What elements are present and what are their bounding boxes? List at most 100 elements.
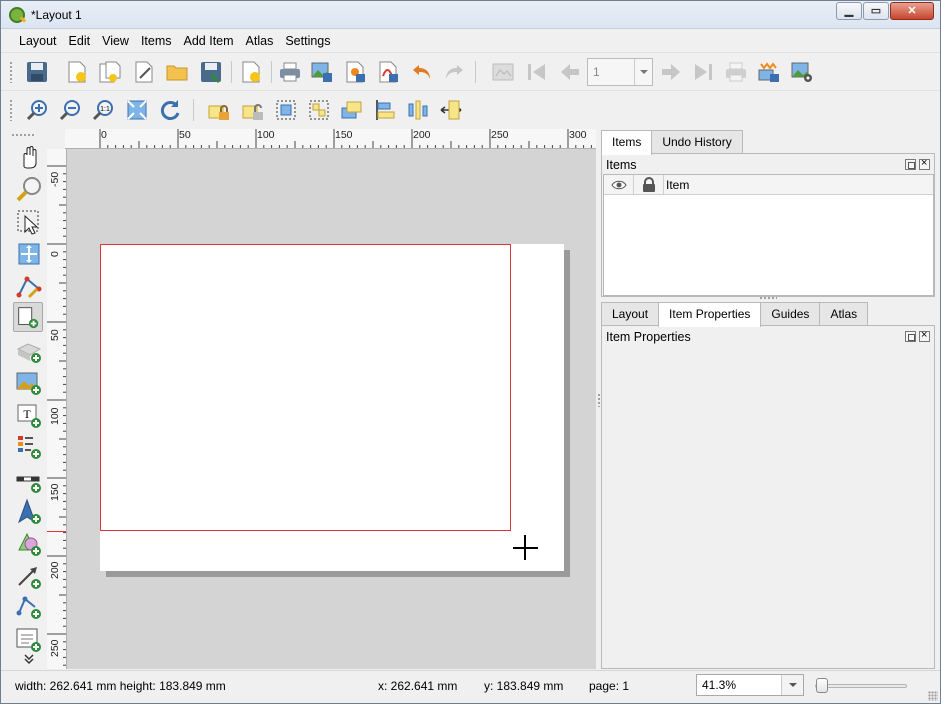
horizontal-ruler[interactable]: 0 50 100 150 200 250 300 [65,129,596,149]
menu-view[interactable]: View [96,34,135,48]
item-column-header[interactable]: Item [666,178,689,192]
menu-add-item[interactable]: Add Item [178,34,240,48]
tab-items[interactable]: Items [601,130,653,155]
next-feature-icon[interactable] [659,60,683,84]
zoom-in-icon[interactable] [25,98,49,122]
toolbar-grip[interactable] [9,99,13,121]
properties-tab-bar: Layout Item Properties Guides Atlas [601,302,869,327]
save-icon[interactable] [25,60,49,84]
chevron-down-icon[interactable] [634,59,652,85]
duplicate-layout-icon[interactable] [98,60,122,84]
zoom-tool-icon[interactable] [15,175,43,203]
vertical-ruler[interactable]: -50 0 50 100 150 200 250 [47,149,67,669]
toolbar-grip[interactable] [11,133,35,137]
atlas-settings-icon[interactable] [790,60,814,84]
edit-nodes-icon[interactable] [15,273,43,301]
close-panel-icon[interactable] [919,157,930,170]
select-move-icon[interactable] [15,208,43,236]
pan-icon[interactable] [15,143,43,171]
tab-layout[interactable]: Layout [601,302,660,326]
raise-items-icon[interactable] [340,98,364,122]
add-node-item-icon[interactable] [15,593,43,621]
tab-undo-history[interactable]: Undo History [651,130,743,154]
lock-column-header[interactable] [634,175,664,195]
layout-manager-icon[interactable] [132,60,156,84]
add-html-icon[interactable] [15,626,43,654]
zoom-combobox[interactable]: 41.3% [696,674,804,696]
save-template-icon[interactable] [199,60,223,84]
add-map-button[interactable] [13,302,43,332]
add-scalebar-icon[interactable] [15,467,43,495]
ruler-label: 0 [101,129,107,141]
zoom-slider-handle[interactable] [816,678,828,693]
align-items-icon[interactable] [373,98,397,122]
move-content-icon[interactable] [15,240,43,268]
menu-items[interactable]: Items [135,34,178,48]
cursor-y-readout: y: 183.849 mm [484,679,564,693]
previous-feature-icon[interactable] [558,60,582,84]
undo-icon[interactable] [410,60,434,84]
items-header: Item [604,175,933,195]
float-panel-icon[interactable] [905,331,916,342]
close-icon: ✕ [907,5,917,17]
float-panel-icon[interactable] [905,159,916,170]
add-legend-icon[interactable] [15,433,43,461]
add-north-arrow-icon[interactable] [15,498,43,526]
add-pages-icon[interactable] [239,60,263,84]
visibility-column-header[interactable] [604,175,634,195]
export-svg-icon[interactable] [343,60,367,84]
chevron-down-icon[interactable] [781,675,803,695]
close-panel-icon[interactable] [919,329,930,342]
redo-icon[interactable] [442,60,466,84]
ungroup-items-icon[interactable] [307,98,331,122]
tab-atlas[interactable]: Atlas [819,302,869,326]
menu-layout[interactable]: Layout [13,34,63,48]
zoom-slider[interactable] [815,684,907,688]
zoom-out-icon[interactable] [58,98,82,122]
new-layout-icon[interactable] [65,60,89,84]
resize-grip[interactable] [928,691,938,701]
items-tree[interactable]: Item [603,174,934,296]
maximize-button[interactable]: ▭ [863,2,889,20]
zoom-actual-icon[interactable]: 1:1 [91,98,115,122]
menu-settings[interactable]: Settings [279,34,336,48]
title-bar: *Layout 1 ▁ ▭ ✕ [1,1,940,29]
zoom-full-icon[interactable] [125,98,149,122]
export-atlas-image-icon[interactable] [757,60,781,84]
distribute-items-icon[interactable] [406,98,430,122]
add-picture-icon[interactable] [15,369,43,397]
unlock-items-icon[interactable] [241,98,265,122]
first-feature-icon[interactable] [525,60,549,84]
group-items-icon[interactable] [274,98,298,122]
atlas-page-spinbox[interactable]: 1 [587,58,653,86]
zoom-value: 41.3% [702,678,737,692]
export-pdf-icon[interactable] [376,60,400,84]
tab-item-properties[interactable]: Item Properties [658,302,762,327]
open-template-icon[interactable] [165,60,189,84]
add-3d-map-icon[interactable] [15,337,43,365]
print-atlas-icon[interactable] [724,60,748,84]
close-button[interactable]: ✕ [890,2,934,20]
refresh-icon[interactable] [158,98,182,122]
layout-canvas[interactable] [67,149,596,669]
add-label-icon[interactable]: T [15,402,43,430]
resize-items-icon[interactable] [439,98,463,122]
tab-guides[interactable]: Guides [760,302,821,326]
add-arrow-icon[interactable] [15,563,43,591]
dock-splitter[interactable] [759,296,777,300]
menu-atlas[interactable]: Atlas [240,34,280,48]
toolbar-separator [193,99,194,121]
item-properties-pane: Item Properties [601,325,935,669]
print-icon[interactable] [278,60,302,84]
toolbar-grip[interactable] [9,61,13,83]
more-tools-icon[interactable] [15,653,43,665]
add-shape-icon[interactable] [15,530,43,558]
lock-items-icon[interactable] [207,98,231,122]
menu-edit[interactable]: Edit [63,34,97,48]
last-feature-icon[interactable] [691,60,715,84]
export-image-icon[interactable] [310,60,334,84]
item-properties-title: Item Properties [606,330,691,344]
layout-window: *Layout 1 ▁ ▭ ✕ Layout Edit View Items A… [0,0,941,704]
atlas-preview-icon[interactable] [491,60,515,84]
minimize-button[interactable]: ▁ [836,2,862,20]
